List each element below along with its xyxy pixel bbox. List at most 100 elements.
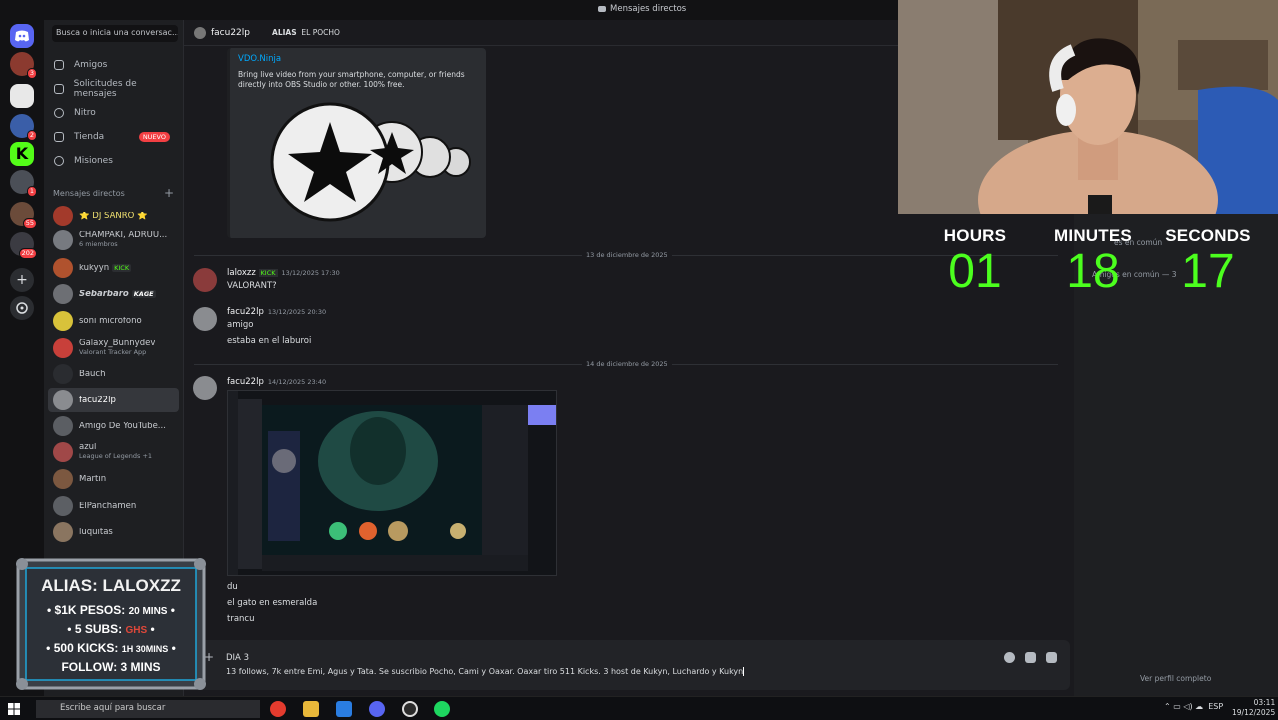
dm-item[interactable]: ElPanchamen (48, 494, 179, 518)
dm-section-header: Mensajes directos (53, 189, 125, 198)
window-title-text: Mensajes directos (610, 4, 687, 14)
message-text: estaba en el laburoi (227, 336, 312, 346)
dm-item-active[interactable]: facu22lp (48, 388, 179, 412)
nav-shop[interactable]: Tienda NUEVO (50, 126, 178, 148)
webcam-overlay (898, 0, 1278, 214)
message-avatar[interactable] (193, 307, 217, 331)
text-caret (743, 667, 745, 676)
discord-taskbar-icon[interactable] (369, 701, 385, 717)
server-icon-3[interactable]: 1 (10, 170, 37, 197)
nav-quests[interactable]: Misiones (50, 150, 178, 172)
create-dm-icon[interactable]: + (164, 186, 174, 200)
dm-item[interactable]: Galaxy_Bunnydev Valorant Tracker App (48, 336, 179, 360)
dm-item[interactable]: Bauch (48, 362, 179, 386)
gift-icon[interactable] (1046, 652, 1057, 663)
timer-minutes-value: 18 (1066, 245, 1120, 298)
dm-item[interactable]: ⭐ DJ SANRO ⭐ (48, 204, 179, 228)
message-avatar[interactable] (193, 268, 217, 292)
spotify-icon[interactable] (434, 701, 450, 717)
discord-logo-icon (15, 30, 29, 42)
message-author[interactable]: facu22lp (227, 377, 264, 387)
dm-subtext: 6 miembros (79, 240, 118, 248)
dm-subtext: Valorant Tracker App (79, 348, 147, 356)
goal-text: 5 SUBS: (74, 622, 123, 636)
alias-label: ALIAS (272, 28, 297, 37)
message-composer[interactable]: + DIA 3 13 follows, 7k entre Emi, Agus y… (198, 640, 1070, 690)
message-text: du (227, 582, 238, 592)
avatar (53, 416, 73, 436)
server-icon-army[interactable] (10, 84, 34, 108)
dm-name: Martin (79, 474, 107, 484)
goal-value: 3 MINS (120, 660, 161, 674)
nitro-icon (54, 108, 64, 118)
nav-message-requests[interactable]: Solicitudes de mensajes (50, 78, 178, 100)
dm-item[interactable]: luquitas (48, 520, 179, 544)
dm-name: soni microfono (79, 316, 142, 326)
message-timestamp: 14/12/2025 23:40 (267, 378, 327, 386)
goal-value: 20 MINS (128, 606, 168, 617)
message-author[interactable]: laloxzz (227, 268, 256, 278)
avatar (53, 284, 73, 304)
timer-minutes-label: MINUTES (1054, 226, 1132, 245)
apps-icon[interactable] (1025, 652, 1036, 663)
avatar (53, 258, 73, 278)
file-explorer-icon[interactable] (303, 701, 319, 717)
dm-item[interactable]: CHAMPAKI, ADRUU... 6 miembros (48, 228, 179, 252)
explore-icon[interactable] (10, 296, 34, 320)
add-server-icon[interactable]: + (10, 268, 34, 292)
message-requests-icon (54, 84, 64, 94)
language-indicator[interactable]: ESP (1208, 702, 1223, 711)
server-icon-1[interactable]: 3 (10, 52, 37, 79)
chrome-icon[interactable] (270, 701, 286, 717)
vdo-ninja-logo-icon (270, 102, 471, 222)
attached-screenshot-image[interactable] (227, 390, 557, 576)
friends-icon (54, 60, 64, 70)
dm-name: ElPanchamen (79, 501, 137, 511)
nav-quests-label: Misiones (74, 156, 113, 166)
header-username[interactable]: facu22lp (211, 28, 250, 38)
message-author[interactable]: facu22lp (227, 307, 264, 317)
dm-item[interactable]: kukyyn KICK (48, 256, 179, 280)
taskbar-search-input[interactable]: Escribe aquí para buscar (36, 700, 260, 718)
discord-home-icon[interactable] (10, 24, 34, 48)
dm-item[interactable]: soni microfono (48, 309, 179, 333)
goal-item: • 5 SUBS: GHS • (67, 622, 155, 636)
server-icon-5[interactable]: 202 (10, 232, 37, 259)
nav-friends[interactable]: Amigos (50, 54, 178, 76)
view-full-profile-link[interactable]: Ver perfil completo (1140, 674, 1211, 683)
dm-name: luquitas (79, 527, 113, 537)
message-avatar[interactable] (193, 376, 217, 400)
server-icon-4[interactable]: 55 (10, 202, 37, 229)
dm-search-input[interactable]: Busca o inicia una conversac... (52, 25, 178, 42)
kick-server-icon[interactable]: K (10, 142, 34, 166)
server-badge: 202 (18, 248, 37, 259)
goal-item: • $1K PESOS: 20 MINS • (46, 603, 176, 617)
emoji-icon[interactable] (1004, 652, 1015, 663)
server-icon-2[interactable]: 2 (10, 114, 37, 141)
dm-item[interactable]: Martin (48, 467, 179, 491)
overlay-alias: ALIAS: LALOXZZ (41, 576, 181, 595)
nav-friends-label: Amigos (74, 60, 108, 70)
dm-name: kukyyn (79, 263, 110, 273)
nav-nitro[interactable]: Nitro (50, 102, 178, 124)
avatar (53, 496, 73, 516)
nav-nitro-label: Nitro (74, 108, 96, 118)
timer-minutes: MINUTES 18 (1038, 226, 1148, 298)
avatar (53, 469, 73, 489)
windows-start-icon[interactable] (8, 703, 20, 715)
dm-item[interactable]: Sebarbaro KAGE (48, 282, 179, 306)
obs-icon[interactable] (402, 701, 418, 717)
kage-tag: KAGE (131, 289, 156, 298)
avatar (53, 522, 73, 542)
app-icon[interactable] (336, 701, 352, 717)
window-title: Mensajes directos (598, 4, 686, 14)
alias-value: EL POCHO (301, 28, 340, 37)
dm-item[interactable]: azul League of Legends +1 (48, 440, 179, 464)
dm-item[interactable]: Amigo De YouTube... (48, 414, 179, 438)
message-header: facu22lp 14/12/2025 23:40 (227, 377, 326, 387)
embed-title-link[interactable]: VDO.Ninja (238, 54, 281, 64)
timer-seconds-label: SECONDS (1165, 226, 1251, 245)
taskbar-clock[interactable]: 03:11 19/12/2025 (1232, 698, 1275, 718)
header-alias: ALIAS EL POCHO (272, 28, 340, 37)
system-tray[interactable]: ⌃ ▭ ◁) ☁ ESP (1164, 702, 1223, 711)
